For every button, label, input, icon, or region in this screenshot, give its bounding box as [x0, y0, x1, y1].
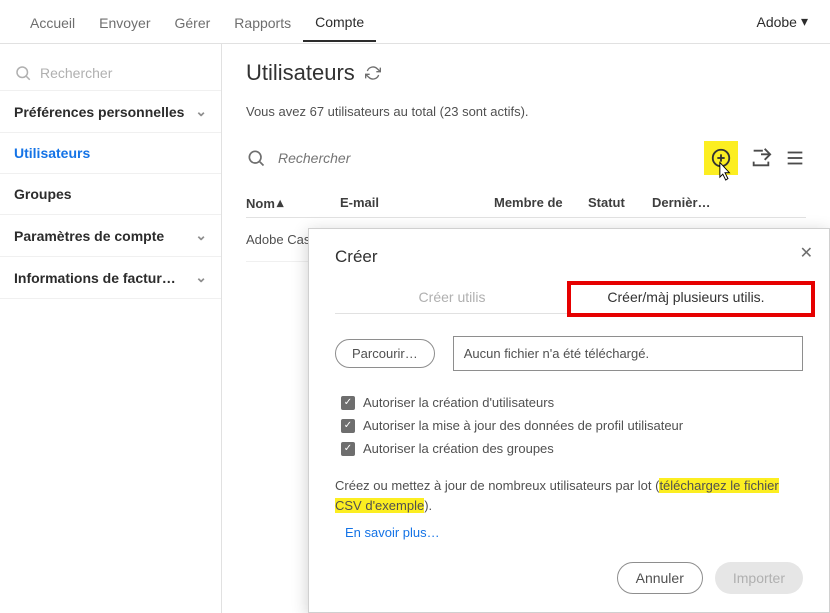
sidebar-item-label: Préférences personnelles [14, 104, 184, 120]
sidebar-item-label: Utilisateurs [14, 145, 90, 161]
tab-envoyer[interactable]: Envoyer [87, 3, 162, 41]
search-icon [14, 64, 32, 82]
checkbox-checked-icon: ✓ [341, 442, 355, 456]
cursor-icon [714, 161, 736, 183]
sidebar-item-users[interactable]: Utilisateurs [0, 133, 221, 174]
sort-asc-icon: ▴ [277, 195, 284, 211]
checkbox-allow-update-profile[interactable]: ✓ Autoriser la mise à jour des données d… [335, 418, 803, 433]
page-title-text: Utilisateurs [246, 60, 355, 86]
checkbox-checked-icon: ✓ [341, 396, 355, 410]
chevron-down-icon: ⌄ [195, 103, 207, 120]
col-last[interactable]: Dernièr… [652, 195, 806, 211]
checkbox-label: Autoriser la création d'utilisateurs [363, 395, 554, 410]
brand-label: Adobe [756, 14, 796, 30]
learn-more-link[interactable]: En savoir plus… [345, 525, 440, 540]
tab-create-single[interactable]: Créer utilis [335, 289, 569, 313]
sidebar-item-groups[interactable]: Groupes [0, 174, 221, 215]
sidebar-item-billing[interactable]: Informations de factur… ⌄ [0, 257, 221, 299]
modal-title: Créer [335, 247, 803, 267]
file-status-box: Aucun fichier n'a été téléchargé. [453, 336, 803, 371]
table-header: Nom ▴ E-mail Membre de Statut Dernièr… [246, 185, 806, 218]
chevron-down-icon: ⌄ [195, 227, 207, 244]
col-member[interactable]: Membre de [494, 195, 584, 211]
top-nav: Accueil Envoyer Gérer Rapports Compte Ad… [0, 0, 830, 44]
refresh-icon[interactable] [365, 65, 381, 81]
bulk-description: Créez ou mettez à jour de nombreux utili… [335, 476, 803, 515]
tab-rapports[interactable]: Rapports [222, 3, 303, 41]
sidebar: Rechercher Préférences personnelles ⌄ Ut… [0, 44, 222, 613]
page-title: Utilisateurs [246, 60, 806, 86]
tab-create-bulk[interactable]: Créer/màj plusieurs utilis. [569, 289, 803, 313]
col-status[interactable]: Statut [588, 195, 648, 211]
modal-tabs: Créer utilis Créer/màj plusieurs utilis. [335, 289, 803, 314]
browse-button[interactable]: Parcourir… [335, 339, 435, 368]
checkbox-allow-create-users[interactable]: ✓ Autoriser la création d'utilisateurs [335, 395, 803, 410]
user-search-input[interactable] [278, 150, 692, 166]
checkbox-label: Autoriser la création des groupes [363, 441, 554, 456]
chevron-down-icon: ⌄ [195, 269, 207, 286]
cancel-button[interactable]: Annuler [617, 562, 703, 594]
brand-dropdown[interactable]: Adobe ▾ [756, 13, 812, 30]
add-user-button[interactable] [704, 141, 738, 175]
checkbox-checked-icon: ✓ [341, 419, 355, 433]
create-modal: ✕ Créer Créer utilis Créer/màj plusieurs… [308, 228, 830, 613]
export-icon[interactable] [750, 147, 772, 169]
tab-gerer[interactable]: Gérer [163, 3, 223, 41]
import-button[interactable]: Importer [715, 562, 803, 594]
sidebar-item-label: Informations de factur… [14, 270, 176, 286]
close-button[interactable]: ✕ [800, 243, 813, 263]
user-toolbar [246, 141, 806, 175]
tab-accueil[interactable]: Accueil [18, 3, 87, 41]
sidebar-search[interactable]: Rechercher [0, 56, 221, 90]
caret-down-icon: ▾ [801, 13, 808, 30]
col-email[interactable]: E-mail [340, 195, 490, 211]
sidebar-search-placeholder: Rechercher [40, 65, 112, 81]
sidebar-item-label: Paramètres de compte [14, 228, 164, 244]
tab-compte[interactable]: Compte [303, 2, 376, 42]
sidebar-item-account-settings[interactable]: Paramètres de compte ⌄ [0, 215, 221, 257]
user-count-text: Vous avez 67 utilisateurs au total (23 s… [246, 104, 806, 119]
col-name[interactable]: Nom ▴ [246, 195, 336, 211]
checkbox-label: Autoriser la mise à jour des données de … [363, 418, 683, 433]
menu-icon[interactable] [784, 147, 806, 169]
sidebar-item-label: Groupes [14, 186, 72, 202]
search-icon [246, 148, 266, 168]
sidebar-item-preferences[interactable]: Préférences personnelles ⌄ [0, 90, 221, 133]
checkbox-allow-create-groups[interactable]: ✓ Autoriser la création des groupes [335, 441, 803, 456]
